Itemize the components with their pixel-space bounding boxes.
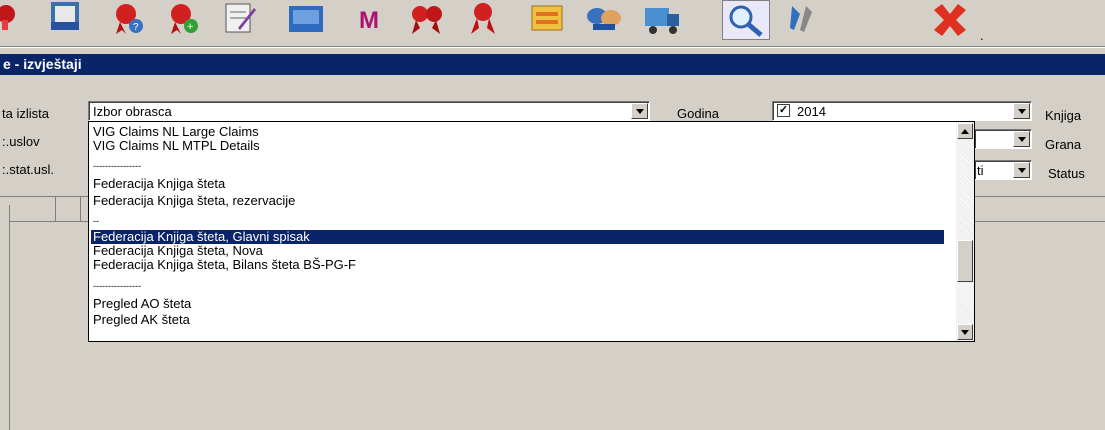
toolbar-overflow-marker[interactable]: . (980, 28, 984, 43)
toolbar: ? + M . (0, 0, 1105, 48)
status-partial-value: ti (977, 163, 984, 178)
label-grana: Grana (1045, 137, 1082, 152)
obrazac-select[interactable]: Izbor obrasca (88, 101, 650, 121)
grana-dropdown-button[interactable] (1013, 131, 1030, 147)
tools-icon[interactable] (782, 0, 822, 40)
list-item[interactable]: Federacija Knjiga šteta, rezervacije (91, 194, 944, 208)
list-item-separator[interactable]: ---------------- (91, 159, 944, 173)
list-item-selected[interactable]: Federacija Knjiga šteta, Glavni spisak (91, 230, 944, 244)
list-item[interactable]: VIG Claims NL Large Claims (91, 125, 944, 139)
list-item[interactable]: Federacija Knjiga šteta, Nova (91, 244, 944, 258)
label-godina: Godina (677, 106, 719, 121)
label-knjiga: Knjiga (1045, 108, 1082, 123)
label-uslov: :.uslov (2, 134, 40, 149)
grid-column-divider (55, 196, 56, 222)
status-dropdown-button[interactable] (1013, 162, 1030, 178)
ribbon-plus-icon[interactable]: + (163, 0, 203, 40)
label-stat-uslov: :.stat.usl. (2, 162, 55, 177)
list-item[interactable]: Pregled AK šteta (91, 313, 944, 327)
svg-text:M: M (359, 7, 379, 34)
grid-column-divider-2 (80, 196, 81, 222)
award-icon[interactable] (0, 0, 40, 40)
ribbon-question-icon[interactable]: ? (108, 0, 148, 40)
scroll-up-button[interactable] (957, 123, 973, 139)
list-item[interactable]: VIG Claims NL MTPL Details (91, 139, 944, 153)
search-icon[interactable] (722, 0, 770, 40)
grid-row-indicator (0, 205, 10, 430)
svg-text:?: ? (133, 22, 139, 33)
list-item[interactable]: Federacija Knjiga šteta, Bilans šteta BŠ… (91, 258, 944, 272)
list-item-separator[interactable]: -- (91, 214, 944, 228)
label-status: Status (1048, 166, 1085, 181)
scroll-down-button[interactable] (957, 324, 973, 340)
obrazac-dropdown-button[interactable] (631, 103, 648, 119)
obrazac-dropdown-list[interactable]: VIG Claims NL Large Claims VIG Claims NL… (88, 121, 975, 342)
status-select[interactable]: ti (974, 160, 1032, 180)
close-icon[interactable] (930, 0, 970, 40)
scroll-thumb[interactable] (957, 240, 973, 282)
svg-text:+: + (187, 21, 193, 33)
ribbon-cluster-icon[interactable] (408, 0, 448, 40)
window-title: e - izvještaji (0, 54, 1105, 75)
label-vrsta-izlista: ta izlista (2, 106, 49, 121)
obrazac-select-value: Izbor obrasca (93, 104, 172, 119)
list-item[interactable]: Pregled AO šteta (91, 297, 944, 311)
card-icon[interactable] (528, 0, 568, 40)
edit-icon[interactable] (220, 0, 260, 40)
grana-select[interactable] (974, 129, 1032, 149)
list-item[interactable]: Federacija Knjiga šteta (91, 177, 944, 191)
chart-icon[interactable]: M (355, 0, 395, 40)
list-item-separator[interactable]: ---------------- (91, 279, 944, 293)
toolbar-separator-light (0, 47, 1105, 48)
ribbon-icon[interactable] (465, 0, 505, 40)
truck-icon[interactable] (643, 0, 683, 40)
godina-dropdown-button[interactable] (1013, 103, 1030, 119)
dropdown-scrollbar[interactable] (956, 122, 974, 341)
folder-icon[interactable] (287, 0, 327, 40)
godina-select[interactable]: ✓ 2014 (772, 101, 1032, 121)
handshake-icon[interactable] (585, 0, 625, 40)
document-icon[interactable] (45, 0, 85, 40)
godina-value: 2014 (797, 104, 826, 119)
godina-checkbox[interactable]: ✓ (777, 104, 790, 117)
